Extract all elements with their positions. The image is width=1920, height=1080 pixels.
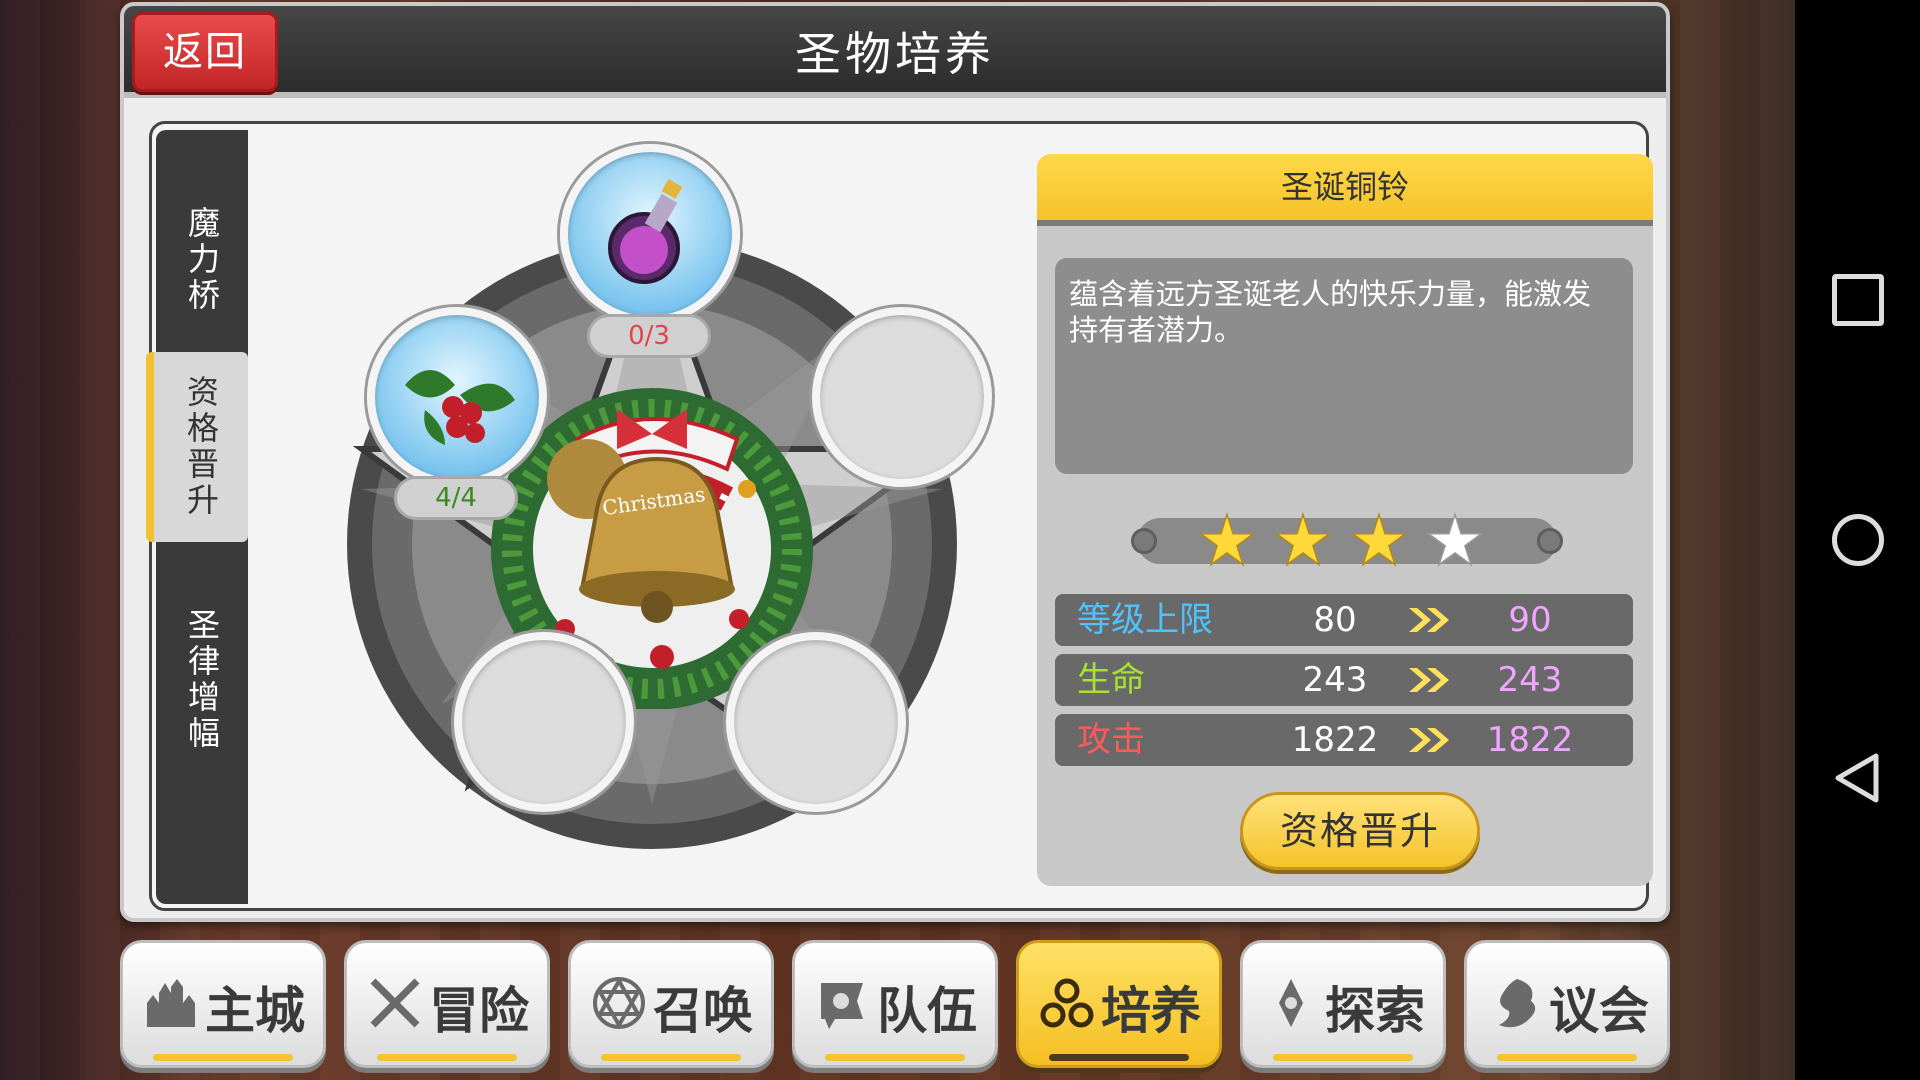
slot-count-left: 4/4 bbox=[394, 476, 518, 520]
potion-bottle-icon bbox=[608, 178, 683, 284]
nav-label: 主城 bbox=[205, 982, 305, 1040]
nav-underline bbox=[153, 1054, 293, 1061]
recent-apps-icon[interactable] bbox=[1832, 274, 1884, 326]
nav-summon[interactable]: 召唤 bbox=[568, 940, 774, 1068]
double-chevron-icon bbox=[1409, 728, 1449, 752]
back-triangle-icon[interactable] bbox=[1832, 752, 1884, 804]
page-title: 圣物培养 bbox=[795, 27, 995, 81]
stat-label: 攻击 bbox=[1077, 720, 1145, 760]
stat-next: 243 bbox=[1497, 660, 1563, 700]
crossed-swords-icon bbox=[370, 978, 420, 1028]
star-next-icon bbox=[1426, 512, 1484, 567]
star-filled-icon bbox=[1274, 512, 1332, 567]
holly-berries-icon bbox=[405, 370, 515, 445]
nav-underline bbox=[825, 1054, 965, 1061]
star-bar-left-cap bbox=[1131, 528, 1157, 554]
nav-label: 队伍 bbox=[877, 982, 977, 1040]
tab-mana-bridge[interactable]: 魔力桥 bbox=[156, 170, 248, 350]
relic-description: 蕴含着远方圣诞老人的快乐力量，能激发持有者潜力。 bbox=[1055, 258, 1633, 474]
material-slot-left[interactable] bbox=[367, 307, 547, 487]
nav-team[interactable]: 队伍 bbox=[792, 940, 998, 1068]
material-slot-right[interactable] bbox=[812, 307, 992, 487]
nav-underline bbox=[601, 1054, 741, 1061]
dragon-crest-icon bbox=[1499, 979, 1536, 1028]
stat-row-level-cap: 等级上限 80 90 bbox=[1055, 594, 1633, 646]
stat-next: 1822 bbox=[1486, 720, 1574, 760]
stat-row-hp: 生命 243 243 bbox=[1055, 654, 1633, 706]
nav-main-city[interactable]: 主城 bbox=[120, 940, 326, 1068]
tab-holy-law-amplify[interactable]: 圣律增幅 bbox=[156, 575, 248, 785]
star-filled-icon bbox=[1198, 512, 1256, 567]
team-flag-icon bbox=[821, 983, 863, 1029]
material-slot-top[interactable] bbox=[560, 144, 740, 324]
promote-button[interactable]: 资格晋升 bbox=[1240, 792, 1480, 870]
side-tab-bar: 魔力桥 资格晋升 圣律增幅 bbox=[146, 130, 248, 904]
slot-count-left-text: 4/4 bbox=[435, 483, 477, 513]
relic-name: 圣诞铜铃 bbox=[1037, 154, 1653, 226]
nav-underline bbox=[1497, 1054, 1637, 1061]
slot-count-top: 0/3 bbox=[587, 314, 711, 358]
nav-label: 探索 bbox=[1325, 982, 1425, 1040]
nav-underline bbox=[1273, 1054, 1413, 1061]
stat-current: 1822 bbox=[1291, 720, 1379, 760]
compass-pin-icon bbox=[1279, 979, 1303, 1027]
nav-underline bbox=[377, 1054, 517, 1061]
relic-info-panel: 圣诞铜铃 蕴含着远方圣诞老人的快乐力量，能激发持有者潜力。 等级上限 80 90… bbox=[1037, 154, 1653, 886]
material-slot-bottom-right[interactable] bbox=[726, 632, 906, 812]
triple-circles-icon bbox=[1040, 978, 1094, 1028]
nav-underline bbox=[1049, 1054, 1189, 1061]
star-rating bbox=[1131, 512, 1563, 567]
stat-label: 生命 bbox=[1077, 660, 1145, 700]
hexagram-icon bbox=[593, 976, 645, 1030]
stat-next: 90 bbox=[1508, 600, 1552, 640]
double-chevron-icon bbox=[1409, 608, 1449, 632]
nav-cultivate[interactable]: 培养 bbox=[1016, 940, 1222, 1068]
nav-label: 培养 bbox=[1101, 982, 1201, 1040]
star-filled-icon bbox=[1350, 512, 1408, 567]
nav-adventure[interactable]: 冒险 bbox=[344, 940, 550, 1068]
stat-row-attack: 攻击 1822 1822 bbox=[1055, 714, 1633, 766]
nav-council[interactable]: 议会 bbox=[1464, 940, 1670, 1068]
nav-label: 冒险 bbox=[429, 982, 529, 1040]
material-slot-bottom-left[interactable] bbox=[454, 632, 634, 812]
system-nav-bar bbox=[1795, 0, 1920, 1080]
star-bar-right-cap bbox=[1537, 528, 1563, 554]
stat-current: 80 bbox=[1313, 600, 1357, 640]
nav-label: 议会 bbox=[1549, 982, 1649, 1040]
relic-window: 返回 圣物培养 魔力桥 资格晋升 圣律增幅 Christmas 0/3 4/4 … bbox=[120, 2, 1670, 922]
content-area: 魔力桥 资格晋升 圣律增幅 Christmas 0/3 4/4 圣诞铜铃 蕴含着… bbox=[146, 121, 1653, 911]
double-chevron-icon bbox=[1409, 668, 1449, 692]
stat-label: 等级上限 bbox=[1077, 600, 1213, 640]
slot-count-top-text: 0/3 bbox=[628, 321, 670, 351]
stat-current: 243 bbox=[1302, 660, 1368, 700]
nav-explore[interactable]: 探索 bbox=[1240, 940, 1446, 1068]
castle-icon bbox=[147, 979, 195, 1027]
pentagram-board: Christmas 0/3 4/4 bbox=[282, 144, 1022, 884]
nav-label: 召唤 bbox=[653, 982, 753, 1040]
home-icon[interactable] bbox=[1832, 514, 1884, 566]
tab-qualification-promotion[interactable]: 资格晋升 bbox=[146, 352, 248, 542]
title-bar: 返回 圣物培养 bbox=[124, 6, 1666, 98]
